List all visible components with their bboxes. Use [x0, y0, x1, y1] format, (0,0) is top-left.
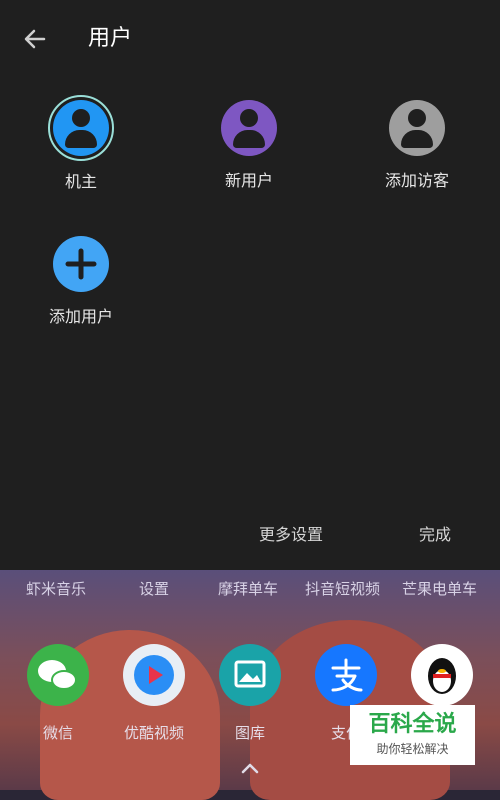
- watermark-logo: 百科全说 助你轻松解决: [350, 705, 475, 765]
- alipay-icon[interactable]: [315, 644, 377, 706]
- gallery-icon[interactable]: [219, 644, 281, 706]
- app-mango-label[interactable]: 芒果电单车: [402, 578, 477, 600]
- users-panel: 用户 机主 新用户 添加访客 添加用户 更多设置 完成: [0, 0, 500, 570]
- qq-penguin-icon[interactable]: [411, 644, 473, 706]
- user-new-label: 新用户: [224, 171, 273, 190]
- user-owner[interactable]: 机主: [26, 95, 136, 193]
- home-app-row: 虾米音乐 设置 摩拜单车 抖音短视频 芒果电单车: [0, 576, 500, 602]
- watermark-subtitle: 助你轻松解决: [376, 742, 449, 756]
- more-settings-button[interactable]: 更多设置: [259, 522, 323, 548]
- wechat-icon[interactable]: [27, 644, 89, 706]
- add-guest[interactable]: 添加访客: [362, 100, 472, 192]
- chevron-up-icon[interactable]: [240, 760, 260, 776]
- app-douyin-label[interactable]: 抖音短视频: [305, 578, 380, 600]
- person-icon: [53, 100, 109, 156]
- arrow-left-icon[interactable]: [20, 24, 50, 54]
- owner-selected-ring: [48, 95, 114, 161]
- add-guest-label: 添加访客: [384, 171, 449, 190]
- youku-icon[interactable]: [123, 644, 185, 706]
- dock-gallery-label: 图库: [234, 724, 265, 742]
- watermark-title: 百科全说: [368, 712, 457, 737]
- person-icon: [389, 100, 445, 156]
- app-mobike-label[interactable]: 摩拜单车: [218, 578, 278, 600]
- app-settings-label[interactable]: 设置: [139, 578, 169, 600]
- user-owner-label: 机主: [64, 172, 97, 191]
- page-title: 用户: [88, 26, 133, 51]
- user-new[interactable]: 新用户: [194, 100, 304, 192]
- done-button[interactable]: 完成: [419, 522, 451, 548]
- dock-wechat-label: 微信: [42, 724, 73, 742]
- add-user[interactable]: 添加用户: [26, 236, 136, 328]
- plus-icon: [53, 236, 109, 292]
- dock-youku-label: 优酷视频: [123, 724, 184, 742]
- app-xiami-label[interactable]: 虾米音乐: [26, 578, 86, 600]
- person-icon: [221, 100, 277, 156]
- add-user-label: 添加用户: [48, 307, 113, 326]
